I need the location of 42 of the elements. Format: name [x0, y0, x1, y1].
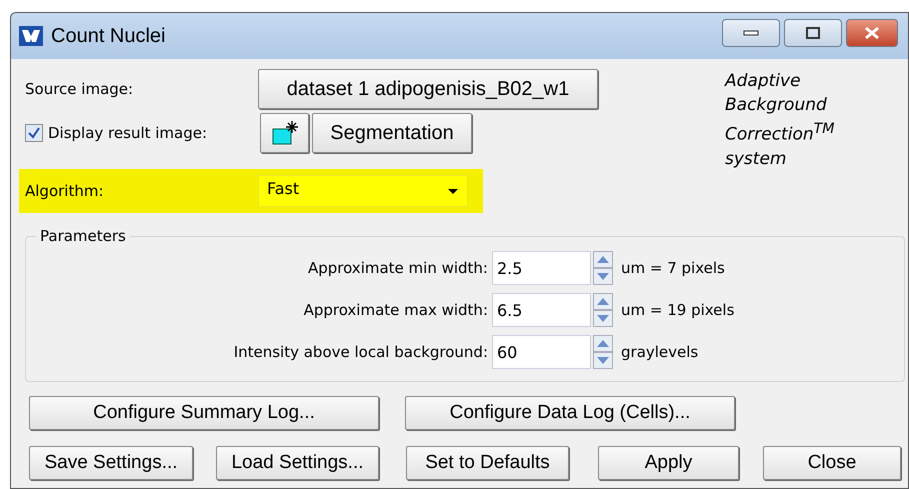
spinner-arrows[interactable]: [593, 251, 613, 285]
display-result-checkbox[interactable]: [25, 124, 43, 142]
configure-log-button[interactable]: Configure Data Log (Cells)...: [405, 396, 735, 430]
branding-text: Background: [725, 94, 828, 117]
maximize-icon: [806, 27, 820, 39]
parameters-title: Parameters: [39, 227, 127, 245]
minimize-button[interactable]: [722, 19, 780, 47]
app-logo-icon: [19, 26, 43, 46]
unit-label: graylevels: [621, 343, 698, 361]
unit-label: um = 7 pixels: [621, 259, 725, 277]
segmentation-button[interactable]: Segmentation: [312, 113, 472, 153]
action-button[interactable]: Close: [763, 446, 901, 480]
spinner-arrows[interactable]: [593, 335, 613, 369]
parameter-input[interactable]: 60: [492, 335, 591, 369]
parameter-label: Approximate max width:: [302, 301, 489, 319]
parameter-label: Intensity above local background:: [232, 343, 489, 361]
parameter-input[interactable]: 2.5: [492, 251, 591, 285]
algorithm-label: Algorithm:: [25, 182, 105, 200]
maximize-button[interactable]: [784, 19, 842, 47]
branding-text: Adaptive: [725, 70, 802, 93]
close-button[interactable]: [846, 19, 898, 47]
display-result-label: Display result image:: [48, 124, 208, 142]
minimize-icon: [743, 30, 759, 36]
source-image-label: Source image:: [25, 80, 134, 98]
new-window-button[interactable]: [260, 113, 309, 153]
new-window-icon: [270, 120, 298, 146]
action-button[interactable]: Load Settings...: [216, 446, 379, 480]
algorithm-dropdown[interactable]: Fast: [258, 175, 468, 207]
caret-icon: [447, 187, 459, 195]
configure-log-button[interactable]: Configure Summary Log...: [29, 396, 379, 430]
close-icon: [863, 26, 881, 40]
action-button[interactable]: Apply: [598, 446, 739, 480]
branding-text: Correction$^{TM}$: [725, 120, 834, 147]
source-image-button[interactable]: dataset 1 adipogenisis_B02_w1: [258, 69, 598, 109]
action-button[interactable]: Save Settings...: [29, 446, 193, 480]
unit-label: um = 19 pixels: [621, 301, 734, 319]
parameter-label: Approximate min width:: [306, 259, 489, 277]
branding-text: system: [725, 148, 788, 171]
parameter-input[interactable]: 6.5: [492, 293, 591, 327]
window-title: Count Nuclei: [51, 24, 166, 48]
spinner-arrows[interactable]: [593, 293, 613, 327]
action-button[interactable]: Set to Defaults: [406, 446, 569, 480]
